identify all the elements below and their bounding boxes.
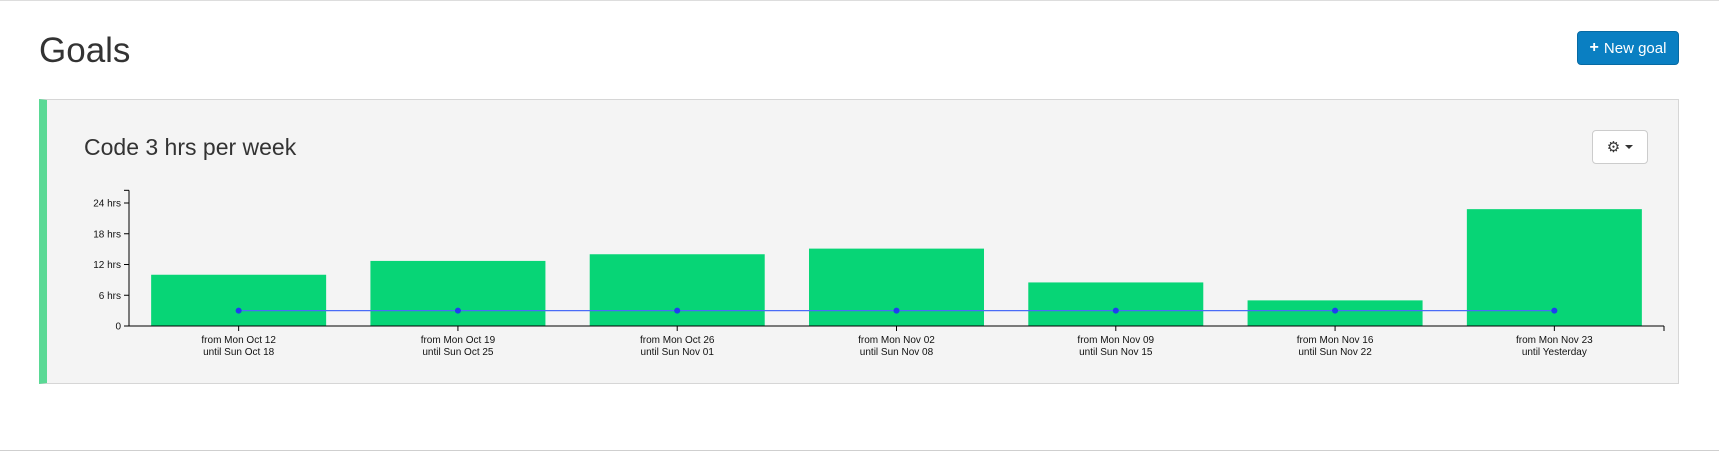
plus-icon: + <box>1589 39 1599 56</box>
target-point <box>893 307 900 314</box>
target-point <box>1551 307 1558 314</box>
goal-progress-chart: 06 hrs12 hrs18 hrs24 hrsfrom Mon Oct 12u… <box>93 189 1665 358</box>
x-tick-label-until: until Sun Nov 01 <box>641 347 715 358</box>
x-tick-label-from: from Mon Nov 09 <box>1077 335 1154 346</box>
x-tick-label-from: from Mon Oct 19 <box>421 335 496 346</box>
target-point <box>454 307 461 314</box>
chart-bar <box>370 260 546 326</box>
target-point <box>1332 307 1339 314</box>
chart-bar <box>151 274 327 326</box>
x-tick-label-from: from Mon Oct 26 <box>640 335 715 346</box>
new-goal-button[interactable]: + New goal <box>1577 31 1679 65</box>
target-point <box>674 307 681 314</box>
x-tick-label-until: until Sun Nov 22 <box>1298 347 1372 358</box>
x-tick-label-until: until Sun Oct 25 <box>422 347 494 358</box>
new-goal-label: New goal <box>1603 39 1667 57</box>
x-tick-label-until: until Sun Nov 15 <box>1079 347 1153 358</box>
chart-bar <box>1028 282 1204 326</box>
chart-bar <box>809 248 984 326</box>
y-tick-label: 0 <box>115 322 121 333</box>
goals-page: Goals + New goal Code 3 hrs per week ⚙ 0… <box>0 0 1719 451</box>
x-tick-label-from: from Mon Nov 16 <box>1297 335 1374 346</box>
y-tick-label: 24 hrs <box>93 199 121 210</box>
x-tick-label-until: until Yesterday <box>1522 347 1587 358</box>
x-tick-label-until: until Sun Oct 18 <box>203 347 275 358</box>
target-point <box>235 307 242 314</box>
x-tick-label-from: from Mon Oct 12 <box>201 335 276 346</box>
page-title: Goals <box>39 31 131 70</box>
y-tick-label: 12 hrs <box>93 260 121 271</box>
y-tick-label: 18 hrs <box>93 229 121 240</box>
chart-bar <box>589 254 765 326</box>
x-tick-label-until: until Sun Nov 08 <box>860 347 934 358</box>
y-tick-label: 6 hrs <box>99 291 121 302</box>
goal-panel: Code 3 hrs per week ⚙ 06 hrs 12 hrs 18 hrs… <box>39 99 1679 384</box>
target-point <box>1112 307 1119 314</box>
x-tick-label-from: from Mon Nov 23 <box>1516 335 1593 346</box>
x-tick-label-from: from Mon Nov 02 <box>858 335 935 346</box>
